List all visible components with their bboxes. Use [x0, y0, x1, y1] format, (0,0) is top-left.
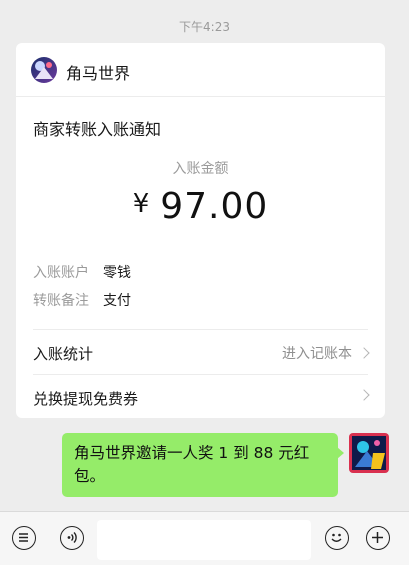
stats-link[interactable]: 进入记账本	[282, 343, 370, 363]
voucher-row[interactable]: 兑换提现免费券	[33, 374, 370, 418]
voice-button[interactable]	[60, 526, 84, 550]
chevron-right-icon	[358, 389, 370, 401]
message-text: 角马世界邀请一人奖 1 到 88 元红包。	[74, 444, 310, 485]
voucher-label: 兑换提现免费券	[33, 390, 139, 408]
app-name: 角马世界	[66, 64, 131, 83]
amount-label: 入账金额	[172, 161, 229, 177]
menu-list-button[interactable]	[12, 526, 36, 550]
input-bar	[0, 511, 409, 565]
menu-list-icon	[19, 533, 28, 542]
message-input[interactable]	[97, 520, 311, 560]
avatar-image-icon	[349, 433, 389, 473]
account-key: 入账账户	[33, 265, 89, 281]
stats-link-text: 进入记账本	[282, 346, 352, 362]
chevron-right-icon	[358, 347, 370, 359]
stats-label: 入账统计	[33, 345, 94, 363]
account-value: 零钱	[103, 265, 131, 281]
message-bubble[interactable]: 角马世界邀请一人奖 1 到 88 元红包。	[62, 433, 344, 497]
app-logo-icon	[31, 57, 57, 83]
emoji-icon	[331, 533, 342, 542]
amount-display: ¥97.00	[16, 186, 385, 227]
notice-title: 商家转账入账通知	[33, 120, 162, 139]
voice-icon	[67, 532, 77, 543]
amount-value: 97.00	[160, 186, 269, 227]
app-avatar[interactable]	[31, 57, 57, 83]
remark-key: 转账备注	[33, 293, 89, 309]
sender-avatar[interactable]	[349, 433, 389, 473]
transfer-notice-card[interactable]: 角马世界 商家转账入账通知 入账金额 ¥97.00 入账账户 零钱 转账备注 支付 …	[16, 43, 385, 418]
chat-timestamp: 下午4:23	[179, 20, 230, 34]
remark-value: 支付	[103, 293, 131, 309]
remark-row: 转账备注 支付	[33, 290, 131, 310]
stats-row[interactable]: 入账统计 进入记账本	[33, 329, 370, 374]
card-header[interactable]: 角马世界	[16, 43, 385, 97]
account-row: 入账账户 零钱	[33, 262, 131, 282]
plus-button[interactable]	[366, 526, 390, 550]
voucher-chevron[interactable]	[352, 388, 370, 404]
currency-symbol: ¥	[132, 189, 151, 219]
plus-icon	[372, 532, 383, 543]
emoji-button[interactable]	[325, 526, 349, 550]
